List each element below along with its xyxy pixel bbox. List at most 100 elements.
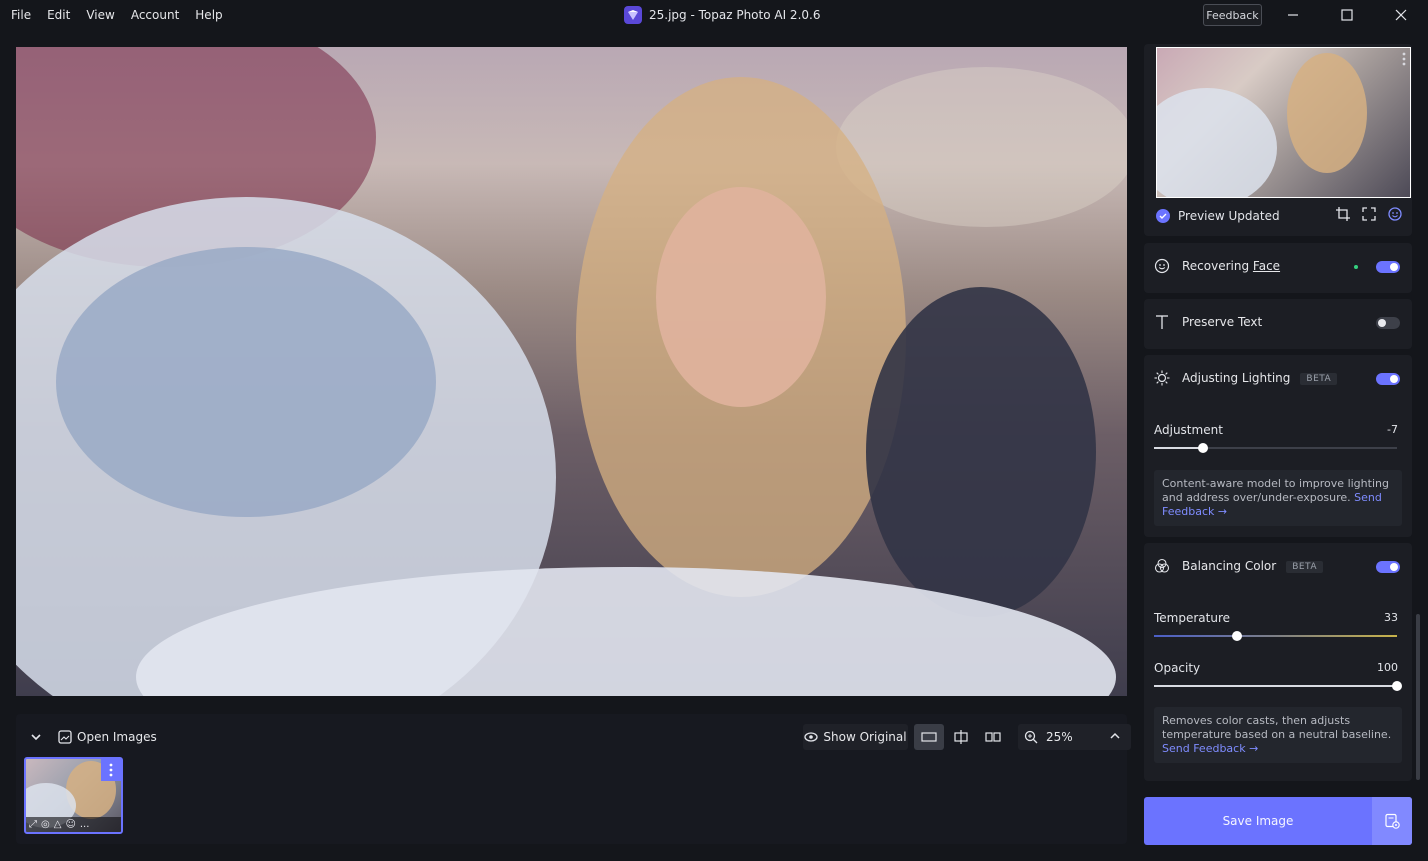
save-image-button[interactable]: Save Image [1144,797,1412,845]
open-images-button[interactable]: Open Images [58,724,157,750]
color-row[interactable]: Balancing Color BETA [1144,555,1412,579]
bottom-toolbar: Open Images Show Original 25% [16,724,1131,750]
color-label-text: Balancing Color [1182,559,1277,573]
maximize-icon [1341,9,1353,21]
text-icon [1156,315,1168,329]
show-original-label: Show Original [823,730,907,744]
chevron-down-icon [31,734,41,741]
open-images-label: Open Images [77,730,157,744]
face-icon [1154,258,1170,274]
temperature-slider[interactable] [1154,631,1397,641]
lighting-info: Content-aware model to improve lighting … [1154,470,1402,526]
minimize-icon [1288,14,1298,16]
photo-subject-face [656,187,826,407]
face-recovery-link[interactable]: Face [1253,259,1280,273]
lighting-row[interactable]: Adjusting Lighting BETA [1144,367,1412,391]
eye-icon [804,732,819,742]
image-canvas[interactable] [16,47,1127,696]
preview-panel: Preview Updated [1144,44,1412,236]
color-label: Balancing Color BETA [1182,559,1324,573]
split-view-icon [954,730,968,744]
color-toggle[interactable] [1376,561,1400,573]
crop-icon[interactable] [1336,207,1350,221]
chevron-up-icon[interactable] [1109,730,1121,742]
image-icon [58,730,72,744]
feedback-button[interactable]: Feedback [1203,4,1262,26]
color-info-text: Removes color casts, then adjusts temper… [1162,714,1392,741]
upscale-icon: ⤢ [29,818,37,830]
temperature-value: 33 [1384,611,1398,624]
preview-menu-icon[interactable] [1402,52,1406,66]
sun-icon [1154,370,1170,386]
preview-status-text: Preview Updated [1178,209,1280,223]
side-by-side-icon [985,732,1001,742]
lighting-toggle[interactable] [1376,373,1400,385]
adjustment-slider-handle[interactable] [1197,443,1208,453]
color-card: Balancing Color BETA Temperature 33 Opaci… [1144,543,1412,781]
processing-status-dot [1354,265,1358,269]
color-send-feedback-link[interactable]: Send Feedback → [1162,742,1258,755]
temperature-label: Temperature [1154,611,1231,625]
menu-edit[interactable]: Edit [47,8,70,22]
preserve-text-row[interactable]: Preserve Text [1144,311,1412,335]
opacity-label: Opacity [1154,661,1201,675]
close-icon [1395,9,1407,21]
beta-badge: BETA [1286,561,1324,573]
single-view-button[interactable] [914,724,944,750]
face-recovery-row[interactable]: Recovering Face [1144,255,1412,279]
preview-status: Preview Updated [1156,207,1280,225]
opacity-slider-handle[interactable] [1392,681,1402,691]
title-bar: File Edit View Account Help 25.jpg - Top… [0,0,1428,30]
sharpen-icon: △ [53,818,62,830]
save-image-label: Save Image [1222,814,1294,828]
image-thumbnail[interactable]: ⤢ ◎ △ ☺ ... [24,757,123,834]
preserve-text-label: Preserve Text [1182,315,1263,329]
menu-account[interactable]: Account [131,8,179,22]
collapse-filmstrip-button[interactable] [24,724,48,750]
adjustment-slider[interactable] [1154,443,1397,453]
face-recovery-label-prefix: Recovering [1182,259,1253,273]
split-view-button[interactable] [946,724,976,750]
preserve-text-toggle[interactable] [1376,317,1400,329]
close-button[interactable] [1378,0,1424,30]
export-settings-button[interactable] [1372,797,1412,845]
side-by-side-view-button[interactable] [978,724,1008,750]
face-recovery-toggle[interactable] [1376,261,1400,273]
zoom-control[interactable]: 25% [1018,724,1131,750]
beta-badge: BETA [1300,373,1338,385]
adjustment-value: -7 [1387,423,1398,436]
bottom-bar: Open Images Show Original 25% ⤢ ◎ △ ☺ ..… [16,714,1131,844]
check-circle-icon [1156,209,1170,223]
preview-tools [1336,207,1402,221]
photo-car-windshield [56,247,436,517]
window-title: 25.jpg - Topaz Photo AI 2.0.6 [624,0,820,30]
preview-thumbnail[interactable] [1156,47,1411,198]
lighting-label-text: Adjusting Lighting [1182,371,1291,385]
menu-help[interactable]: Help [195,8,222,22]
thumbnail-menu-button[interactable] [101,759,121,781]
temperature-slider-handle[interactable] [1231,631,1242,641]
opacity-slider[interactable] [1154,681,1402,691]
menu-file[interactable]: File [11,8,31,22]
thumbnail-filter-icons: ⤢ ◎ △ ☺ ... [26,817,121,832]
fullscreen-icon[interactable] [1362,207,1376,221]
show-original-button[interactable]: Show Original [803,724,908,750]
color-info: Removes color casts, then adjusts temper… [1154,707,1402,763]
topaz-logo-icon [624,6,642,24]
face-detect-icon[interactable] [1388,207,1402,221]
maximize-button[interactable] [1324,0,1370,30]
face-icon: ☺ [65,818,76,830]
adjustment-label: Adjustment [1154,423,1223,437]
minimize-button[interactable] [1270,0,1316,30]
panel-scrollbar[interactable] [1416,614,1420,780]
zoom-icon [1024,730,1038,744]
face-recovery-card: Recovering Face [1144,243,1412,293]
preserve-text-card: Preserve Text [1144,299,1412,349]
lighting-label: Adjusting Lighting BETA [1182,371,1338,385]
photo-car-seat [866,287,1096,617]
face-recovery-label: Recovering Face [1182,259,1280,273]
menu-view[interactable]: View [86,8,114,22]
preview-car [1157,88,1277,197]
color-balance-icon [1154,558,1170,573]
opacity-slider-fill [1154,685,1397,687]
